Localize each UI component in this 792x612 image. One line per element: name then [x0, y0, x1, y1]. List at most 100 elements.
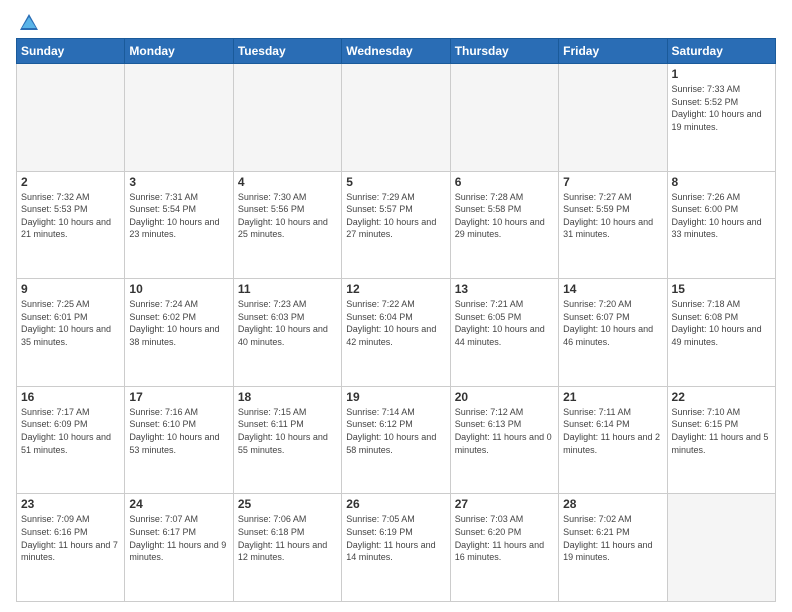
day-number: 26	[346, 497, 445, 511]
day-number: 23	[21, 497, 120, 511]
calendar-day-7: 7 Sunrise: 7:27 AMSunset: 5:59 PMDaylight…	[559, 171, 667, 279]
day-info: Sunrise: 7:22 AMSunset: 6:04 PMDaylight:…	[346, 298, 445, 348]
day-info: Sunrise: 7:09 AMSunset: 6:16 PMDaylight:…	[21, 513, 120, 563]
calendar-day-16: 16 Sunrise: 7:17 AMSunset: 6:09 PMDayligh…	[17, 386, 125, 494]
day-number: 2	[21, 175, 120, 189]
logo-area	[16, 12, 40, 30]
calendar-table: SundayMondayTuesdayWednesdayThursdayFrid…	[16, 38, 776, 602]
calendar-day-21: 21 Sunrise: 7:11 AMSunset: 6:14 PMDayligh…	[559, 386, 667, 494]
calendar-week-3: 16 Sunrise: 7:17 AMSunset: 6:09 PMDayligh…	[17, 386, 776, 494]
calendar-day-8: 8Sunrise: 7:26 AMSunset: 6:00 PMDaylight…	[667, 171, 775, 279]
calendar-day-27: 27 Sunrise: 7:03 AMSunset: 6:20 PMDayligh…	[450, 494, 558, 602]
day-number: 4	[238, 175, 337, 189]
calendar-day-9: 9 Sunrise: 7:25 AMSunset: 6:01 PMDaylight…	[17, 279, 125, 387]
calendar-day-12: 12 Sunrise: 7:22 AMSunset: 6:04 PMDayligh…	[342, 279, 450, 387]
day-number: 19	[346, 390, 445, 404]
day-number: 18	[238, 390, 337, 404]
calendar-day-14: 14 Sunrise: 7:20 AMSunset: 6:07 PMDayligh…	[559, 279, 667, 387]
calendar-header-row: SundayMondayTuesdayWednesdayThursdayFrid…	[17, 39, 776, 64]
day-info: Sunrise: 7:32 AMSunset: 5:53 PMDaylight:…	[21, 191, 120, 241]
logo-icon	[18, 12, 40, 34]
calendar-week-0: 1 Sunrise: 7:33 AMSunset: 5:52 PMDaylight…	[17, 64, 776, 172]
calendar-day-empty	[17, 64, 125, 172]
day-number: 24	[129, 497, 228, 511]
calendar-day-4: 4 Sunrise: 7:30 AMSunset: 5:56 PMDaylight…	[233, 171, 341, 279]
day-number: 17	[129, 390, 228, 404]
calendar-day-2: 2 Sunrise: 7:32 AMSunset: 5:53 PMDaylight…	[17, 171, 125, 279]
day-info: Sunrise: 7:12 AMSunset: 6:13 PMDaylight:…	[455, 406, 554, 456]
day-info: Sunrise: 7:17 AMSunset: 6:09 PMDaylight:…	[21, 406, 120, 456]
calendar-day-empty	[342, 64, 450, 172]
day-info: Sunrise: 7:25 AMSunset: 6:01 PMDaylight:…	[21, 298, 120, 348]
day-info: Sunrise: 7:11 AMSunset: 6:14 PMDaylight:…	[563, 406, 662, 456]
day-number: 27	[455, 497, 554, 511]
calendar-day-1: 1 Sunrise: 7:33 AMSunset: 5:52 PMDaylight…	[667, 64, 775, 172]
day-info: Sunrise: 7:06 AMSunset: 6:18 PMDaylight:…	[238, 513, 337, 563]
calendar-week-1: 2 Sunrise: 7:32 AMSunset: 5:53 PMDaylight…	[17, 171, 776, 279]
day-number: 13	[455, 282, 554, 296]
day-info: Sunrise: 7:15 AMSunset: 6:11 PMDaylight:…	[238, 406, 337, 456]
calendar-day-13: 13 Sunrise: 7:21 AMSunset: 6:05 PMDayligh…	[450, 279, 558, 387]
day-number: 11	[238, 282, 337, 296]
calendar-day-22: 22 Sunrise: 7:10 AMSunset: 6:15 PMDayligh…	[667, 386, 775, 494]
day-number: 10	[129, 282, 228, 296]
col-header-thursday: Thursday	[450, 39, 558, 64]
calendar-day-19: 19 Sunrise: 7:14 AMSunset: 6:12 PMDayligh…	[342, 386, 450, 494]
day-info: Sunrise: 7:05 AMSunset: 6:19 PMDaylight:…	[346, 513, 445, 563]
calendar-day-empty	[559, 64, 667, 172]
day-info: Sunrise: 7:30 AMSunset: 5:56 PMDaylight:…	[238, 191, 337, 241]
calendar-day-empty	[667, 494, 775, 602]
calendar-day-10: 10 Sunrise: 7:24 AMSunset: 6:02 PMDayligh…	[125, 279, 233, 387]
day-info: Sunrise: 7:28 AMSunset: 5:58 PMDaylight:…	[455, 191, 554, 241]
day-number: 3	[129, 175, 228, 189]
day-number: 16	[21, 390, 120, 404]
day-info: Sunrise: 7:14 AMSunset: 6:12 PMDaylight:…	[346, 406, 445, 456]
calendar-day-24: 24 Sunrise: 7:07 AMSunset: 6:17 PMDayligh…	[125, 494, 233, 602]
day-info: Sunrise: 7:24 AMSunset: 6:02 PMDaylight:…	[129, 298, 228, 348]
day-number: 28	[563, 497, 662, 511]
day-number: 22	[672, 390, 771, 404]
day-info: Sunrise: 7:21 AMSunset: 6:05 PMDaylight:…	[455, 298, 554, 348]
calendar-week-4: 23 Sunrise: 7:09 AMSunset: 6:16 PMDayligh…	[17, 494, 776, 602]
calendar-day-empty	[450, 64, 558, 172]
day-info: Sunrise: 7:33 AMSunset: 5:52 PMDaylight:…	[672, 83, 771, 133]
calendar-day-25: 25 Sunrise: 7:06 AMSunset: 6:18 PMDayligh…	[233, 494, 341, 602]
day-info: Sunrise: 7:20 AMSunset: 6:07 PMDaylight:…	[563, 298, 662, 348]
calendar-day-5: 5 Sunrise: 7:29 AMSunset: 5:57 PMDaylight…	[342, 171, 450, 279]
calendar-day-empty	[125, 64, 233, 172]
calendar-day-28: 28Sunrise: 7:02 AMSunset: 6:21 PMDayligh…	[559, 494, 667, 602]
logo-text	[16, 12, 40, 34]
day-number: 1	[672, 67, 771, 81]
calendar-day-11: 11 Sunrise: 7:23 AMSunset: 6:03 PMDayligh…	[233, 279, 341, 387]
day-number: 15	[672, 282, 771, 296]
day-info: Sunrise: 7:31 AMSunset: 5:54 PMDaylight:…	[129, 191, 228, 241]
day-number: 14	[563, 282, 662, 296]
calendar-day-6: 6Sunrise: 7:28 AMSunset: 5:58 PMDaylight…	[450, 171, 558, 279]
page: SundayMondayTuesdayWednesdayThursdayFrid…	[0, 0, 792, 612]
col-header-monday: Monday	[125, 39, 233, 64]
col-header-sunday: Sunday	[17, 39, 125, 64]
calendar-day-23: 23 Sunrise: 7:09 AMSunset: 6:16 PMDayligh…	[17, 494, 125, 602]
day-number: 7	[563, 175, 662, 189]
calendar-week-2: 9 Sunrise: 7:25 AMSunset: 6:01 PMDaylight…	[17, 279, 776, 387]
day-number: 5	[346, 175, 445, 189]
day-number: 9	[21, 282, 120, 296]
calendar-day-20: 20Sunrise: 7:12 AMSunset: 6:13 PMDayligh…	[450, 386, 558, 494]
day-number: 12	[346, 282, 445, 296]
day-number: 21	[563, 390, 662, 404]
day-info: Sunrise: 7:27 AMSunset: 5:59 PMDaylight:…	[563, 191, 662, 241]
day-info: Sunrise: 7:23 AMSunset: 6:03 PMDaylight:…	[238, 298, 337, 348]
day-number: 25	[238, 497, 337, 511]
day-info: Sunrise: 7:07 AMSunset: 6:17 PMDaylight:…	[129, 513, 228, 563]
calendar-day-18: 18 Sunrise: 7:15 AMSunset: 6:11 PMDayligh…	[233, 386, 341, 494]
day-info: Sunrise: 7:03 AMSunset: 6:20 PMDaylight:…	[455, 513, 554, 563]
calendar-day-3: 3 Sunrise: 7:31 AMSunset: 5:54 PMDaylight…	[125, 171, 233, 279]
col-header-friday: Friday	[559, 39, 667, 64]
day-info: Sunrise: 7:18 AMSunset: 6:08 PMDaylight:…	[672, 298, 771, 348]
day-info: Sunrise: 7:29 AMSunset: 5:57 PMDaylight:…	[346, 191, 445, 241]
calendar-day-26: 26 Sunrise: 7:05 AMSunset: 6:19 PMDayligh…	[342, 494, 450, 602]
day-info: Sunrise: 7:16 AMSunset: 6:10 PMDaylight:…	[129, 406, 228, 456]
calendar-day-empty	[233, 64, 341, 172]
calendar-day-15: 15 Sunrise: 7:18 AMSunset: 6:08 PMDayligh…	[667, 279, 775, 387]
day-info: Sunrise: 7:10 AMSunset: 6:15 PMDaylight:…	[672, 406, 771, 456]
